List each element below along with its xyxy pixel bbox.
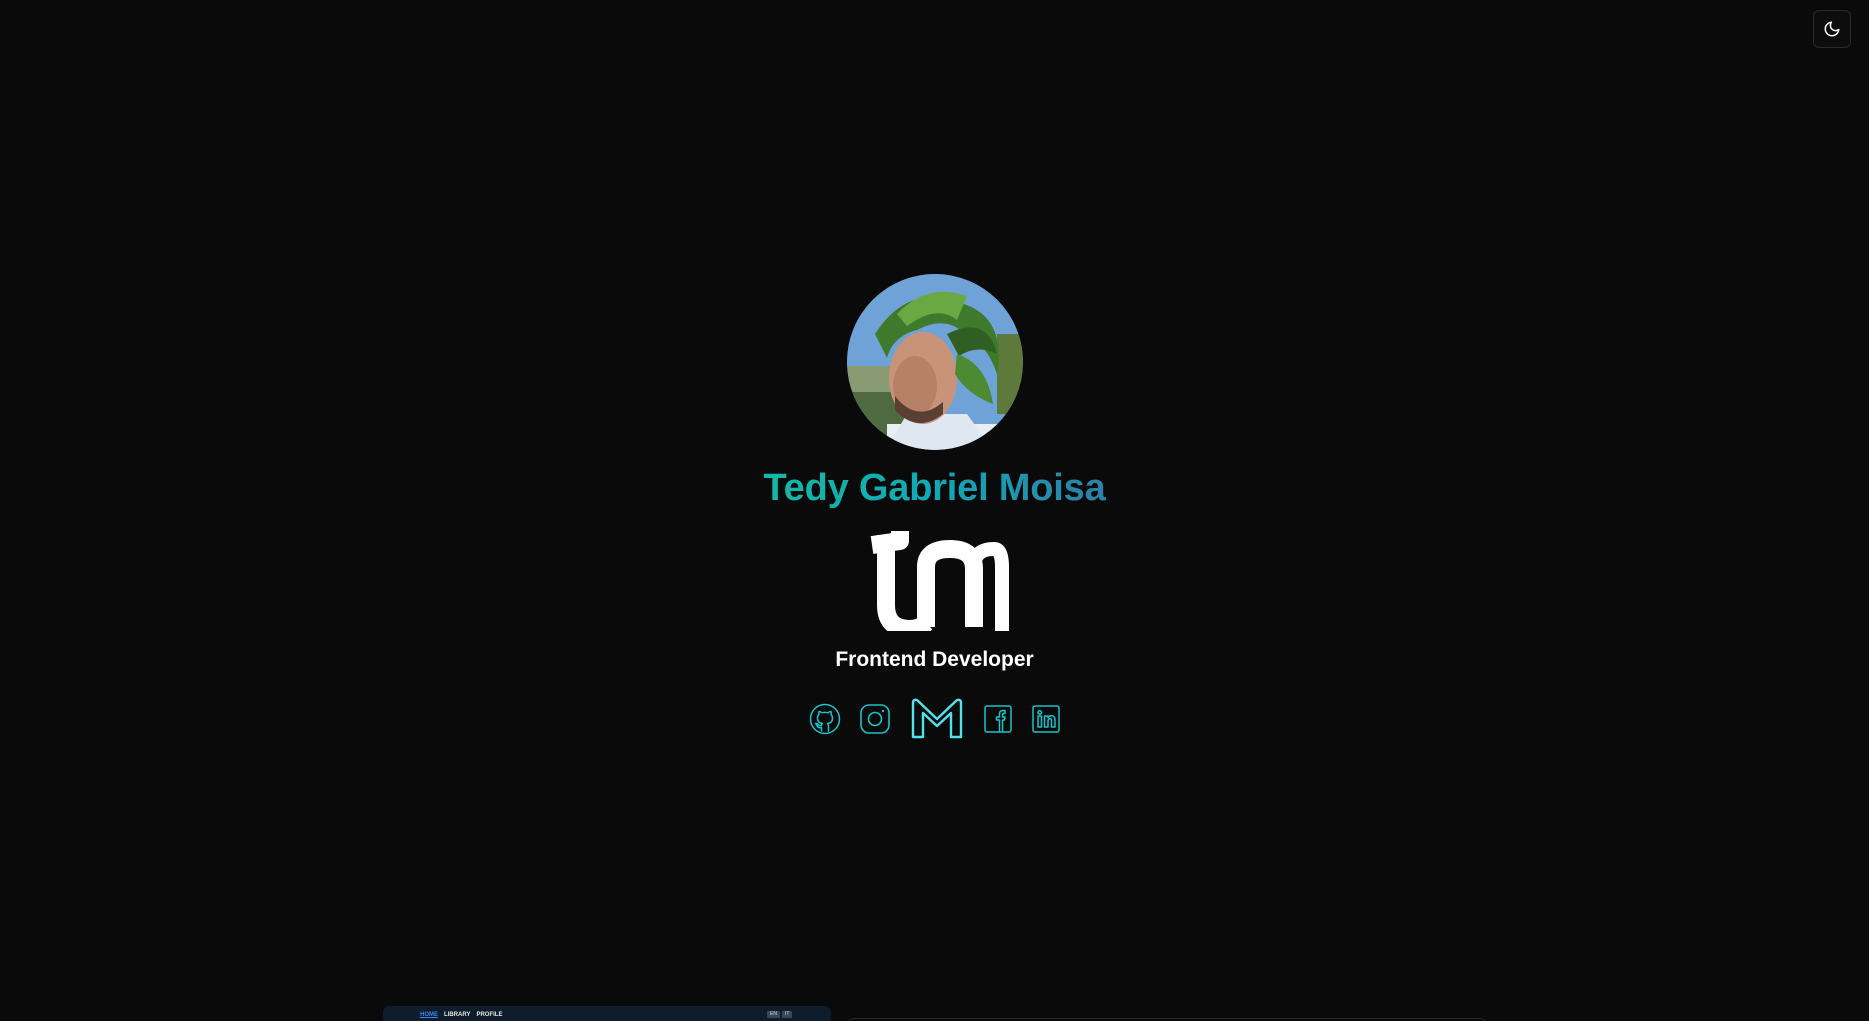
preview-nav-profile: PROFILE [476,1012,503,1018]
preview-controls: EN IT [767,1011,793,1018]
linkedin-link[interactable] [1031,704,1061,734]
linkedin-icon [1031,705,1060,733]
hero-section: Tedy Gabriel Moisa Frontend Developer [0,274,1869,741]
profile-role: Frontend Developer [835,648,1034,671]
project-preview-card[interactable]: HOME LIBRARY PROFILE EN IT [383,1006,831,1021]
tm-monogram-logo [870,531,1009,631]
preview-control-en: EN [767,1011,780,1018]
preview-nav-library: LIBRARY [444,1012,471,1018]
moon-icon [1824,21,1840,37]
gmail-icon [911,698,962,739]
avatar [846,274,1023,450]
facebook-icon [983,705,1012,733]
instagram-link[interactable] [859,703,891,735]
gmail-link[interactable] [909,697,965,741]
profile-name: Tedy Gabriel Moisa [763,467,1106,509]
preview-nav-home: HOME [420,1012,438,1018]
social-links [809,697,1061,741]
preview-nav: HOME LIBRARY PROFILE [420,1011,502,1019]
facebook-link[interactable] [983,704,1013,734]
preview-control-it: IT [781,1011,793,1018]
page: Tedy Gabriel Moisa Frontend Developer HO… [0,0,1869,1021]
instagram-icon [859,704,890,734]
github-link[interactable] [809,703,841,735]
github-icon [809,703,840,735]
theme-toggle-button[interactable] [1813,10,1851,48]
profile-photo [846,274,1023,450]
